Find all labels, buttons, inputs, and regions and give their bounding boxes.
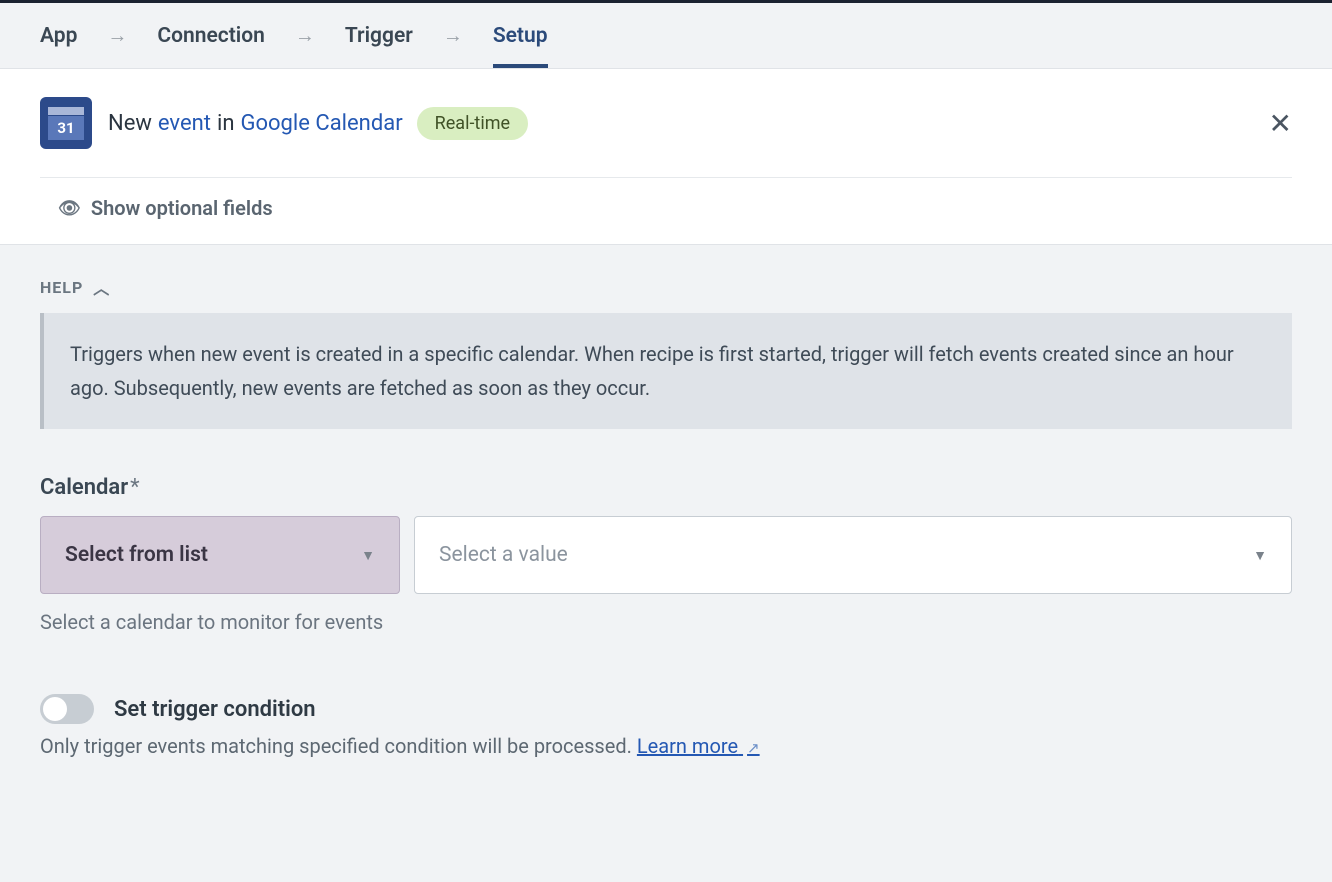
help-heading: HELP [40, 278, 83, 297]
trigger-condition-hint-text: Only trigger events matching specified c… [40, 734, 632, 758]
help-section-toggle[interactable]: HELP ︿ [40, 275, 1292, 299]
google-calendar-icon: 31 [40, 97, 92, 149]
trigger-card: 31 New event in Google Calendar Real-tim… [0, 68, 1332, 245]
calendar-mode-dropdown[interactable]: Select from list ▼ [40, 516, 400, 594]
learn-more-link[interactable]: Learn more ↗ [637, 734, 760, 758]
learn-more-text: Learn more [637, 734, 738, 758]
breadcrumb-app[interactable]: App [40, 24, 77, 48]
arrow-right-icon: → [443, 23, 463, 48]
breadcrumb-bar: App → Connection → Trigger → Setup [0, 3, 1332, 68]
calendar-field-hint: Select a calendar to monitor for events [40, 610, 1292, 634]
show-optional-fields-toggle[interactable]: 👁 Show optional fields [40, 196, 1292, 220]
calendar-value-dropdown[interactable]: Select a value ▼ [414, 516, 1292, 594]
close-button[interactable]: ✕ [1269, 107, 1292, 140]
trigger-title: New event in Google Calendar Real-time [108, 107, 528, 140]
breadcrumb-setup[interactable]: Setup [493, 24, 548, 68]
arrow-right-icon: → [295, 23, 315, 48]
card-divider [40, 177, 1292, 178]
arrow-right-icon: → [107, 23, 127, 48]
card-header: 31 New event in Google Calendar Real-tim… [40, 97, 1292, 149]
calendar-day-label: 31 [48, 116, 84, 140]
chevron-down-icon: ▼ [361, 547, 375, 564]
title-in: in [217, 111, 235, 136]
trigger-condition-label: Set trigger condition [114, 697, 316, 722]
setup-content: HELP ︿ Triggers when new event is create… [0, 245, 1332, 798]
calendar-mode-label: Select from list [65, 543, 208, 567]
trigger-condition-block: Set trigger condition Only trigger event… [40, 694, 1292, 758]
calendar-field: Calendar* Select from list ▼ Select a va… [40, 475, 1292, 634]
required-marker: * [130, 475, 139, 500]
chevron-up-icon: ︿ [93, 275, 110, 299]
calendar-label-text: Calendar [40, 475, 128, 500]
title-event-link[interactable]: event [158, 111, 211, 136]
title-prefix: New [108, 111, 152, 136]
close-icon: ✕ [1269, 108, 1292, 139]
toggle-knob [43, 697, 67, 721]
optional-toggle-label: Show optional fields [91, 196, 273, 220]
chevron-down-icon: ▼ [1253, 547, 1267, 564]
eye-icon: 👁 [58, 198, 81, 219]
breadcrumb-connection[interactable]: Connection [157, 24, 264, 48]
breadcrumb-trigger[interactable]: Trigger [345, 24, 413, 48]
help-text-box: Triggers when new event is created in a … [40, 313, 1292, 429]
title-app-link[interactable]: Google Calendar [240, 111, 402, 136]
help-text: Triggers when new event is created in a … [70, 342, 1234, 400]
calendar-field-label: Calendar* [40, 475, 1292, 500]
trigger-condition-hint: Only trigger events matching specified c… [40, 734, 1292, 758]
calendar-value-placeholder: Select a value [439, 543, 568, 567]
realtime-badge: Real-time [417, 107, 528, 140]
trigger-condition-toggle[interactable] [40, 694, 94, 724]
external-link-icon: ↗ [747, 739, 760, 757]
